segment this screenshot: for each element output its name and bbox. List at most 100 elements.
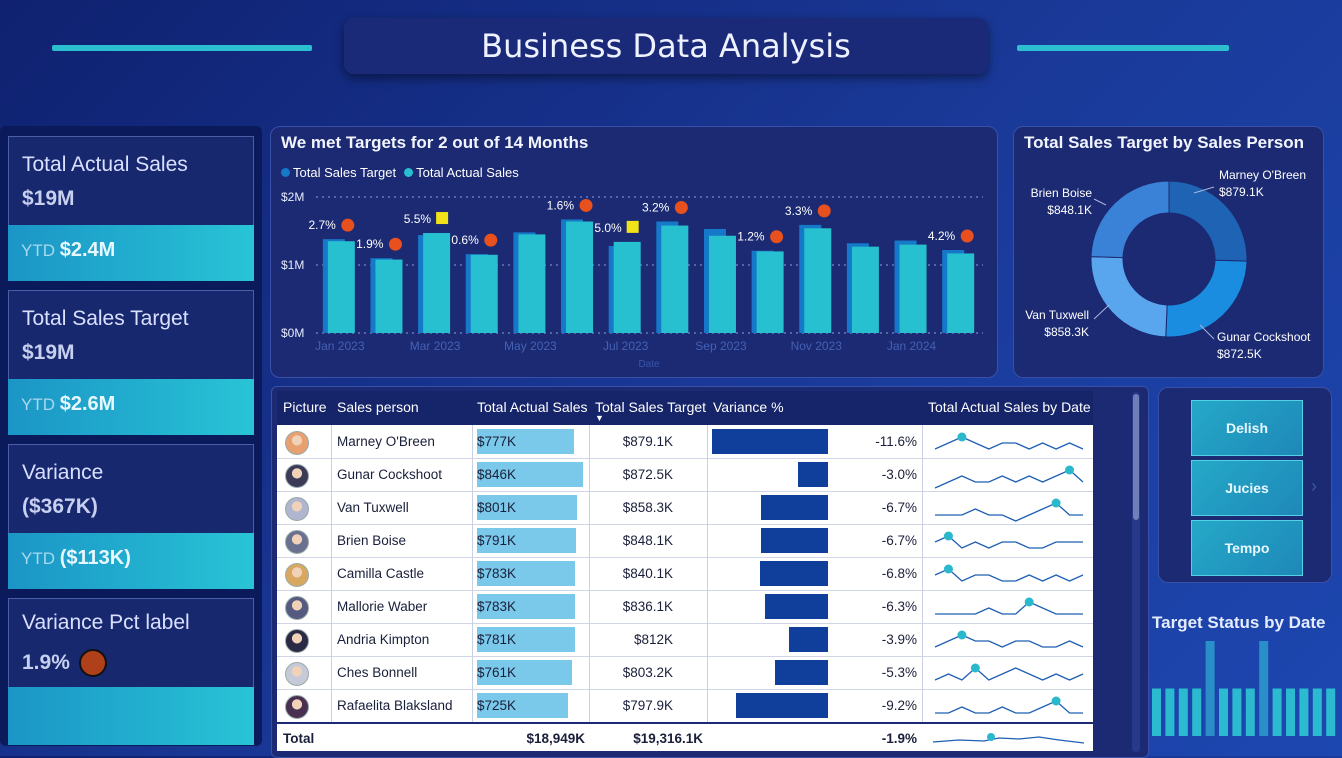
data-label: 5.5% [404,212,432,226]
slicer-item-jucies[interactable]: Jucies [1191,460,1303,516]
status-bar [1178,688,1188,736]
met-square-icon [626,220,639,233]
status-bar [1272,688,1282,736]
table-row[interactable]: Van Tuxwell $801K $858.3K -6.7% [277,491,1093,525]
miss-circle-icon [484,233,498,247]
avatar [285,497,309,521]
status-bar [1232,688,1242,736]
bar-actual [423,233,451,333]
sparkline [934,630,1084,648]
leader-line [1093,198,1107,206]
donut-label-value: $872.5K [1217,347,1262,361]
table-scrollbar-thumb[interactable] [1133,394,1139,520]
variance-value: -3.9% [881,632,917,647]
table-scrollbar[interactable] [1132,392,1140,752]
bar-actual [851,246,879,333]
header-line-left [52,45,312,51]
status-bar [1326,688,1336,736]
col-header-target[interactable]: Total Sales Target [595,399,706,415]
sparkline-line [935,502,1083,522]
actual-sales-value: $781K [477,632,517,647]
bar-actual [470,254,498,333]
sparkline [934,465,1084,489]
donut-slice [1090,180,1170,259]
table-row[interactable]: Rafaelita Blaksland $725K $797.9K -9.2% [277,689,1093,723]
col-header-sparkline[interactable]: Total Actual Sales by Date [928,399,1091,415]
slicer-item-tempo[interactable]: Tempo [1191,520,1303,576]
bar-actual [566,221,594,333]
donut-panel: Total Sales Target by Sales Person Marne… [1013,126,1324,378]
bar-actual [375,259,403,333]
table-total-row: Total $18,949K $19,316.1K -1.9% [277,722,1093,751]
avatar [285,596,309,620]
y-tick-label: $0M [281,326,304,340]
total-target: $19,316.1K [633,731,703,746]
sparkline [934,564,1084,582]
data-label: 1.2% [737,230,765,244]
table-row[interactable]: Ches Bonnell $761K $803.2K -5.3% [277,656,1093,690]
sparkline-peak-marker [970,663,980,673]
kpi-ytd: YTD ($113K) [21,547,131,569]
total-variance: -1.9% [881,731,917,746]
sales-person-name: Mallorie Waber [337,599,428,614]
avatar [285,530,309,554]
variance-bar [736,693,828,718]
target-status-title: Target Status by Date [1152,613,1326,632]
data-label: 3.2% [642,200,670,214]
sparkline-peak-marker [1065,465,1075,475]
sparkline-line [934,568,1084,582]
bar-actual [708,235,736,333]
sparkline-peak-marker [943,531,953,541]
header-line-right [1017,45,1229,51]
actual-sales-value: $791K [477,533,517,548]
bar-chart: $2M $1M $0M 2.7% Jan 2023 1.9% 5.5% Mar 2023 0.6… [281,190,983,370]
miss-circle-icon [674,200,688,214]
variance-bar [775,660,828,685]
avatar [285,431,309,455]
variance-bar [761,528,828,553]
avatar [285,662,309,686]
variance-bar [789,627,828,652]
kpi-value: $19M [22,341,75,364]
avatar [285,563,309,587]
status-bar [1165,688,1175,736]
kpi-label: Variance Pct label [22,611,190,634]
sales-target-value: $797.9K [622,698,673,713]
table-row[interactable]: Marney O'Breen $777K $879.1K -11.6% [277,425,1093,459]
sparkline-peak-marker [1051,696,1061,706]
slicer-item-delish[interactable]: Delish [1191,400,1303,456]
x-tick-label: Mar 2023 [410,339,461,353]
donut-label-value: $858.3K [1044,325,1089,339]
total-actual: $18,949K [526,731,585,746]
table-row[interactable]: Andria Kimpton $781K $812K -3.9% [277,623,1093,657]
sparkline-peak-marker [943,564,953,574]
status-bar [1152,688,1161,736]
data-label: 0.6% [451,233,479,247]
donut-label-name: Gunar Cockshoot [1217,330,1311,344]
sort-desc-icon[interactable]: ▼ [595,413,604,423]
leader-line [1093,304,1110,320]
variance-value: -6.7% [881,533,917,548]
sparkline [934,663,1084,681]
actual-sales-value: $801K [477,500,517,515]
actual-sales-value: $783K [477,599,517,614]
donut-slice [1090,256,1168,338]
total-label: Total [283,731,315,746]
sparkline [934,432,1084,450]
table-row[interactable]: Gunar Cockshoot $846K $872.5K -3.0% [277,458,1093,492]
kpi-label: Total Sales Target [22,307,189,330]
table-row[interactable]: Mallorie Waber $783K $836.1K -6.3% [277,590,1093,624]
target-status-chart [1152,641,1336,736]
col-header-picture[interactable]: Picture [283,399,327,415]
col-header-actual[interactable]: Total Actual Sales [477,399,588,415]
sparkline-line [935,700,1083,714]
variance-bar [712,429,828,454]
chevron-right-icon[interactable]: › [1311,476,1317,497]
col-header-sales-person[interactable]: Sales person [337,399,419,415]
table-row[interactable]: Brien Boise $791K $848.1K -6.7% [277,524,1093,558]
miss-circle-icon [817,204,831,218]
table-header: Picture Sales person Total Actual Sales … [277,391,1093,425]
table-row[interactable]: Camilla Castle $783K $840.1K -6.8% [277,557,1093,591]
col-header-variance[interactable]: Variance % [713,399,784,415]
sales-target-value: $858.3K [622,500,673,515]
